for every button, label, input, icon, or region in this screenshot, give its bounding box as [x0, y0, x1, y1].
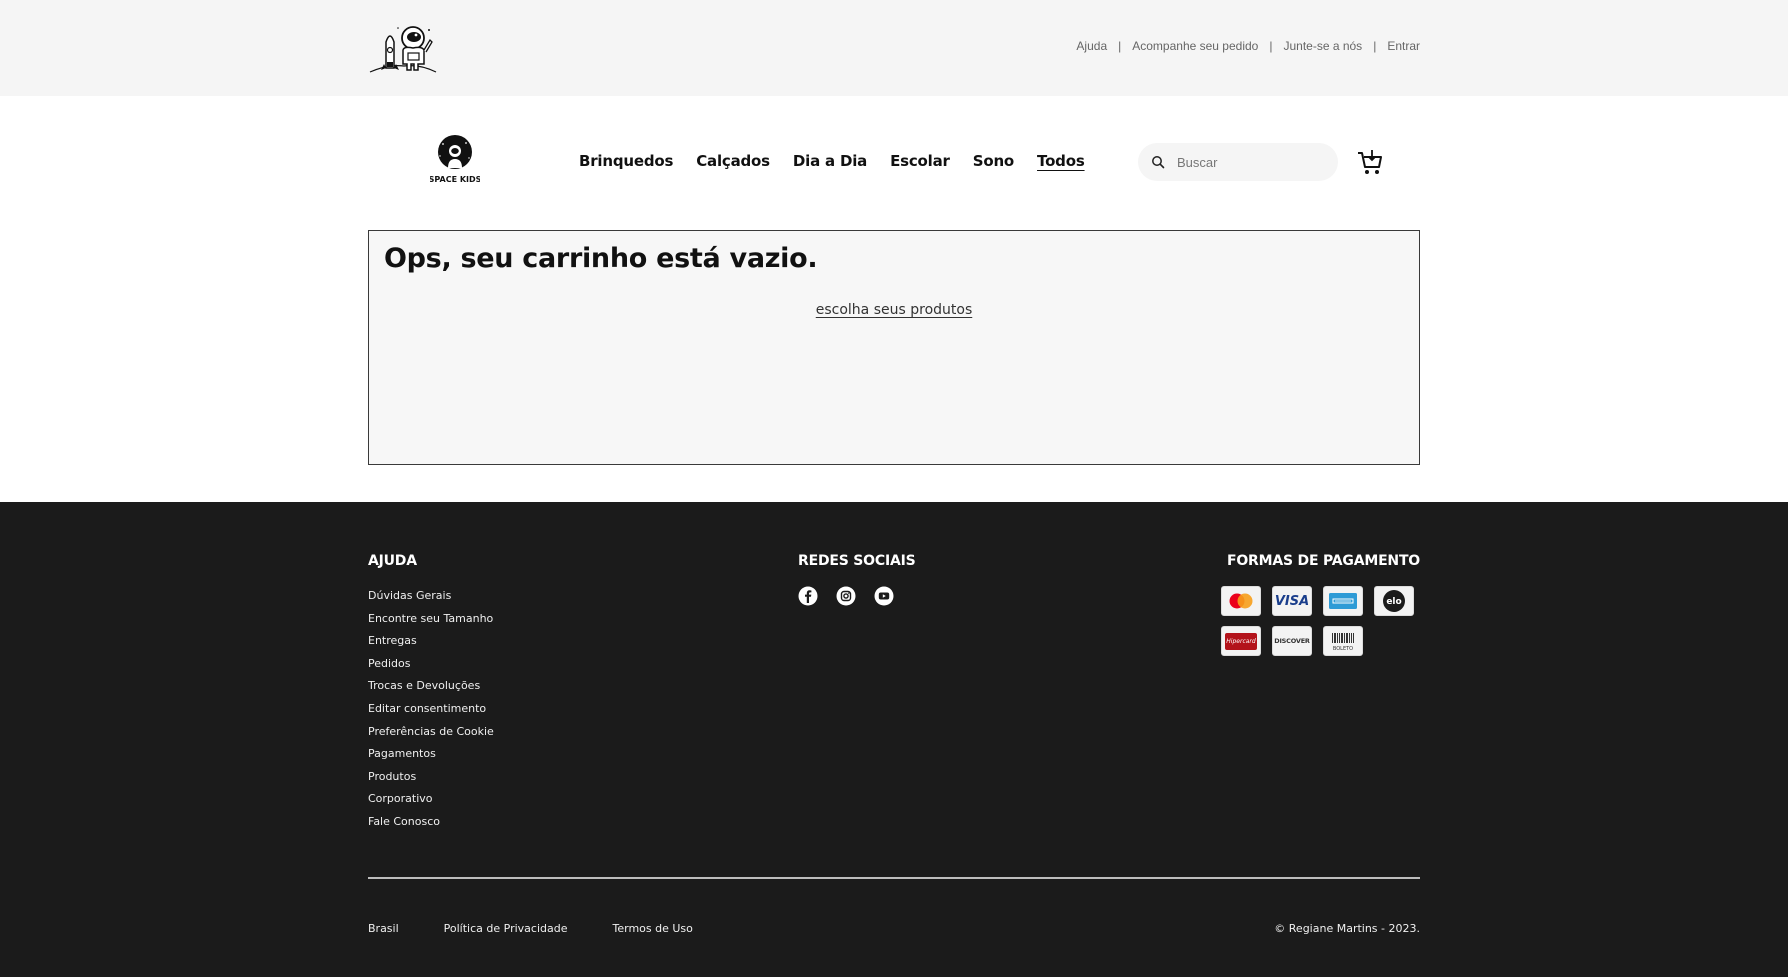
empty-cart-title: Ops, seu carrinho está vazio. [384, 243, 818, 274]
elo-label: elo [1386, 597, 1401, 607]
payment-methods: VISA elo Hipercard DISCOVER BOLETO [1221, 586, 1417, 656]
separator: | [1118, 39, 1122, 53]
terms-of-use-link[interactable]: Termos de Uso [613, 922, 693, 935]
help-link-duvidas[interactable]: Dúvidas Gerais [368, 589, 451, 602]
list-item: Pedidos [368, 654, 494, 677]
search-input[interactable] [1175, 153, 1329, 171]
discover-label: DISCOVER [1274, 637, 1310, 645]
list-item: Dúvidas Gerais [368, 586, 494, 609]
sign-in-link[interactable]: Entrar [1387, 39, 1420, 53]
footer: AJUDA Dúvidas Gerais Encontre seu Tamanh… [0, 502, 1788, 977]
nav-dia-a-dia[interactable]: Dia a Dia [793, 152, 867, 170]
social-title: REDES SOCIAIS [798, 553, 916, 569]
join-us-link[interactable]: Junte-se a nós [1283, 39, 1362, 53]
help-link-produtos[interactable]: Produtos [368, 770, 416, 783]
help-link-cookie[interactable]: Preferências de Cookie [368, 725, 494, 738]
list-item: Encontre seu Tamanho [368, 609, 494, 632]
help-link-tamanho[interactable]: Encontre seu Tamanho [368, 612, 493, 625]
top-links: Ajuda | Acompanhe seu pedido | Junte-se … [1076, 39, 1420, 53]
mastercard-icon [1221, 586, 1261, 616]
track-order-link[interactable]: Acompanhe seu pedido [1132, 39, 1258, 53]
search-icon [1152, 156, 1165, 169]
empty-cart-panel: Ops, seu carrinho está vazio. escolha se… [368, 230, 1420, 465]
cart-icon[interactable] [1356, 148, 1384, 176]
separator: | [1269, 39, 1273, 53]
help-link-trocas[interactable]: Trocas e Devoluções [368, 679, 480, 692]
help-link-consentimento[interactable]: Editar consentimento [368, 702, 486, 715]
hipercard-label: Hipercard [1226, 637, 1256, 645]
boleto-icon: BOLETO [1323, 626, 1363, 656]
help-link-fale-conosco[interactable]: Fale Conosco [368, 815, 440, 828]
list-item: Trocas e Devoluções [368, 676, 494, 699]
instagram-icon[interactable] [836, 586, 856, 606]
nav-sono[interactable]: Sono [973, 152, 1014, 170]
social-icons [798, 586, 894, 606]
country-link[interactable]: Brasil [368, 922, 399, 935]
discover-icon: DISCOVER [1272, 626, 1312, 656]
help-link-entregas[interactable]: Entregas [368, 634, 417, 647]
copyright: © Regiane Martins - 2023. [1274, 922, 1420, 935]
top-bar: Ajuda | Acompanhe seu pedido | Junte-se … [0, 0, 1788, 96]
space-kids-logo[interactable]: SPACE KIDS [430, 134, 480, 186]
privacy-policy-link[interactable]: Política de Privacidade [444, 922, 568, 935]
list-item: Editar consentimento [368, 699, 494, 722]
nav-escolar[interactable]: Escolar [890, 152, 950, 170]
payment-title: FORMAS DE PAGAMENTO [1226, 553, 1420, 569]
search-box[interactable] [1138, 143, 1338, 181]
list-item: Fale Conosco [368, 812, 494, 835]
nav-calcados[interactable]: Calçados [696, 152, 770, 170]
boleto-label: BOLETO [1333, 646, 1353, 652]
help-link[interactable]: Ajuda [1076, 39, 1107, 53]
main-header: SPACE KIDS Brinquedos Calçados Dia a Dia… [0, 96, 1788, 230]
help-link-pagamentos[interactable]: Pagamentos [368, 747, 436, 760]
nav-brinquedos[interactable]: Brinquedos [579, 152, 673, 170]
help-title: AJUDA [368, 553, 417, 569]
elo-icon: elo [1374, 586, 1414, 616]
help-link-corporativo[interactable]: Corporativo [368, 792, 433, 805]
astronaut-rocket-logo[interactable] [368, 20, 438, 78]
choose-products-wrapper: escolha seus produtos [369, 301, 1419, 319]
main-nav: Brinquedos Calçados Dia a Dia Escolar So… [579, 152, 1108, 170]
amex-icon [1323, 586, 1363, 616]
list-item: Pagamentos [368, 744, 494, 767]
list-item: Corporativo [368, 789, 494, 812]
choose-products-link[interactable]: escolha seus produtos [816, 302, 973, 318]
help-list: Dúvidas Gerais Encontre seu Tamanho Entr… [368, 586, 494, 835]
help-link-pedidos[interactable]: Pedidos [368, 657, 411, 670]
footer-divider [368, 877, 1420, 879]
bottom-links: Brasil Política de Privacidade Termos de… [368, 922, 738, 935]
list-item: Entregas [368, 631, 494, 654]
hipercard-icon: Hipercard [1221, 626, 1261, 656]
separator: | [1373, 39, 1377, 53]
list-item: Produtos [368, 767, 494, 790]
youtube-icon[interactable] [874, 586, 894, 606]
nav-todos[interactable]: Todos [1037, 152, 1085, 170]
brand-text: SPACE KIDS [430, 175, 480, 184]
list-item: Preferências de Cookie [368, 722, 494, 745]
visa-icon: VISA [1272, 586, 1312, 616]
visa-label: VISA [1274, 593, 1310, 609]
facebook-icon[interactable] [798, 586, 818, 606]
